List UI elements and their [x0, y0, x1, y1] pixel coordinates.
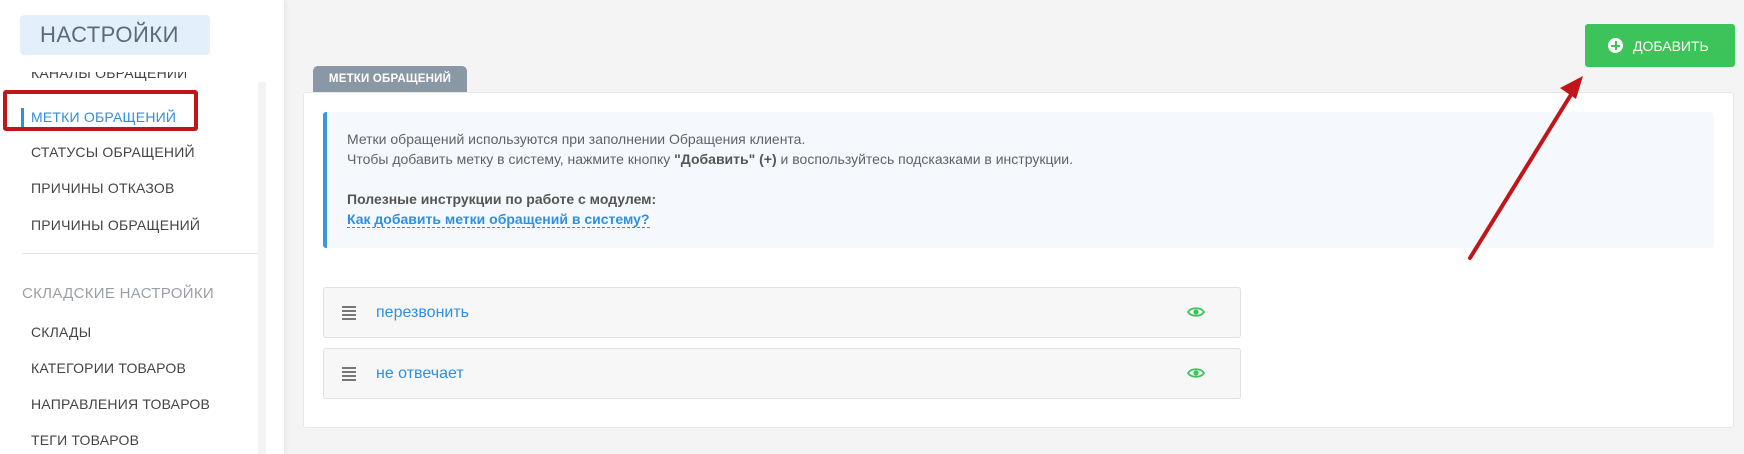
sidebar-item-product-tags[interactable]: ТЕГИ ТОВАРОВ: [31, 432, 139, 448]
info-line-1: Метки обращений используются при заполне…: [347, 131, 806, 147]
tag-row: перезвонить: [323, 287, 1241, 338]
add-button[interactable]: ДОБАВИТЬ: [1585, 24, 1735, 67]
plus-circle-icon: [1608, 38, 1623, 53]
sidebar-item-statuses[interactable]: СТАТУСЫ ОБРАЩЕНИЙ: [31, 144, 195, 160]
sidebar-item-request-reasons[interactable]: ПРИЧИНЫ ОБРАЩЕНИЙ: [31, 217, 200, 233]
sidebar-scrollbar[interactable]: [258, 82, 266, 454]
drag-handle-icon[interactable]: [342, 367, 356, 381]
instructions-link[interactable]: Как добавить метки обращений в систему?: [347, 211, 650, 228]
tag-label[interactable]: перезвонить: [376, 304, 469, 322]
sidebar-item-label: КАНАЛЫ ОБРАЩЕНИЙ: [31, 72, 188, 81]
eye-icon[interactable]: [1187, 305, 1205, 319]
eye-icon[interactable]: [1187, 366, 1205, 380]
sidebar-divider: [22, 253, 258, 254]
add-button-label: ДОБАВИТЬ: [1633, 37, 1709, 54]
tag-label[interactable]: не отвечает: [376, 365, 464, 383]
sidebar-title: НАСТРОЙКИ: [20, 15, 210, 55]
sidebar: НАСТРОЙКИ КАНАЛЫ ОБРАЩЕНИЙ МЕТКИ ОБРАЩЕН…: [0, 0, 284, 454]
instructions-title-text: Полезные инструкции по работе с модулем:: [347, 191, 657, 207]
info-line-2-suffix: и воспользуйтесь подсказками в инструкци…: [776, 151, 1074, 167]
drag-handle-icon[interactable]: [342, 306, 356, 320]
annotation-highlight-box: [3, 90, 198, 131]
sidebar-item-channels[interactable]: КАНАЛЫ ОБРАЩЕНИЙ: [31, 72, 187, 84]
sidebar-item-product-categories[interactable]: КАТЕГОРИИ ТОВАРОВ: [31, 360, 186, 376]
info-line-2: Чтобы добавить метку в систему, нажмите …: [347, 149, 1714, 169]
info-line-2-bold: "Добавить" (+): [674, 151, 777, 167]
tab-tags[interactable]: МЕТКИ ОБРАЩЕНИЙ: [313, 66, 467, 92]
sidebar-group-warehouse: СКЛАДСКИЕ НАСТРОЙКИ: [22, 285, 214, 302]
tag-row: не отвечает: [323, 348, 1241, 399]
sidebar-item-refusal-reasons[interactable]: ПРИЧИНЫ ОТКАЗОВ: [31, 180, 175, 196]
info-line-2-prefix: Чтобы добавить метку в систему, нажмите …: [347, 151, 675, 167]
sidebar-item-warehouses[interactable]: СКЛАДЫ: [31, 324, 91, 340]
instructions-title: Полезные инструкции по работе с модулем:: [347, 189, 1714, 209]
info-box: Метки обращений используются при заполне…: [323, 112, 1714, 248]
sidebar-item-product-directions[interactable]: НАПРАВЛЕНИЯ ТОВАРОВ: [31, 396, 210, 412]
